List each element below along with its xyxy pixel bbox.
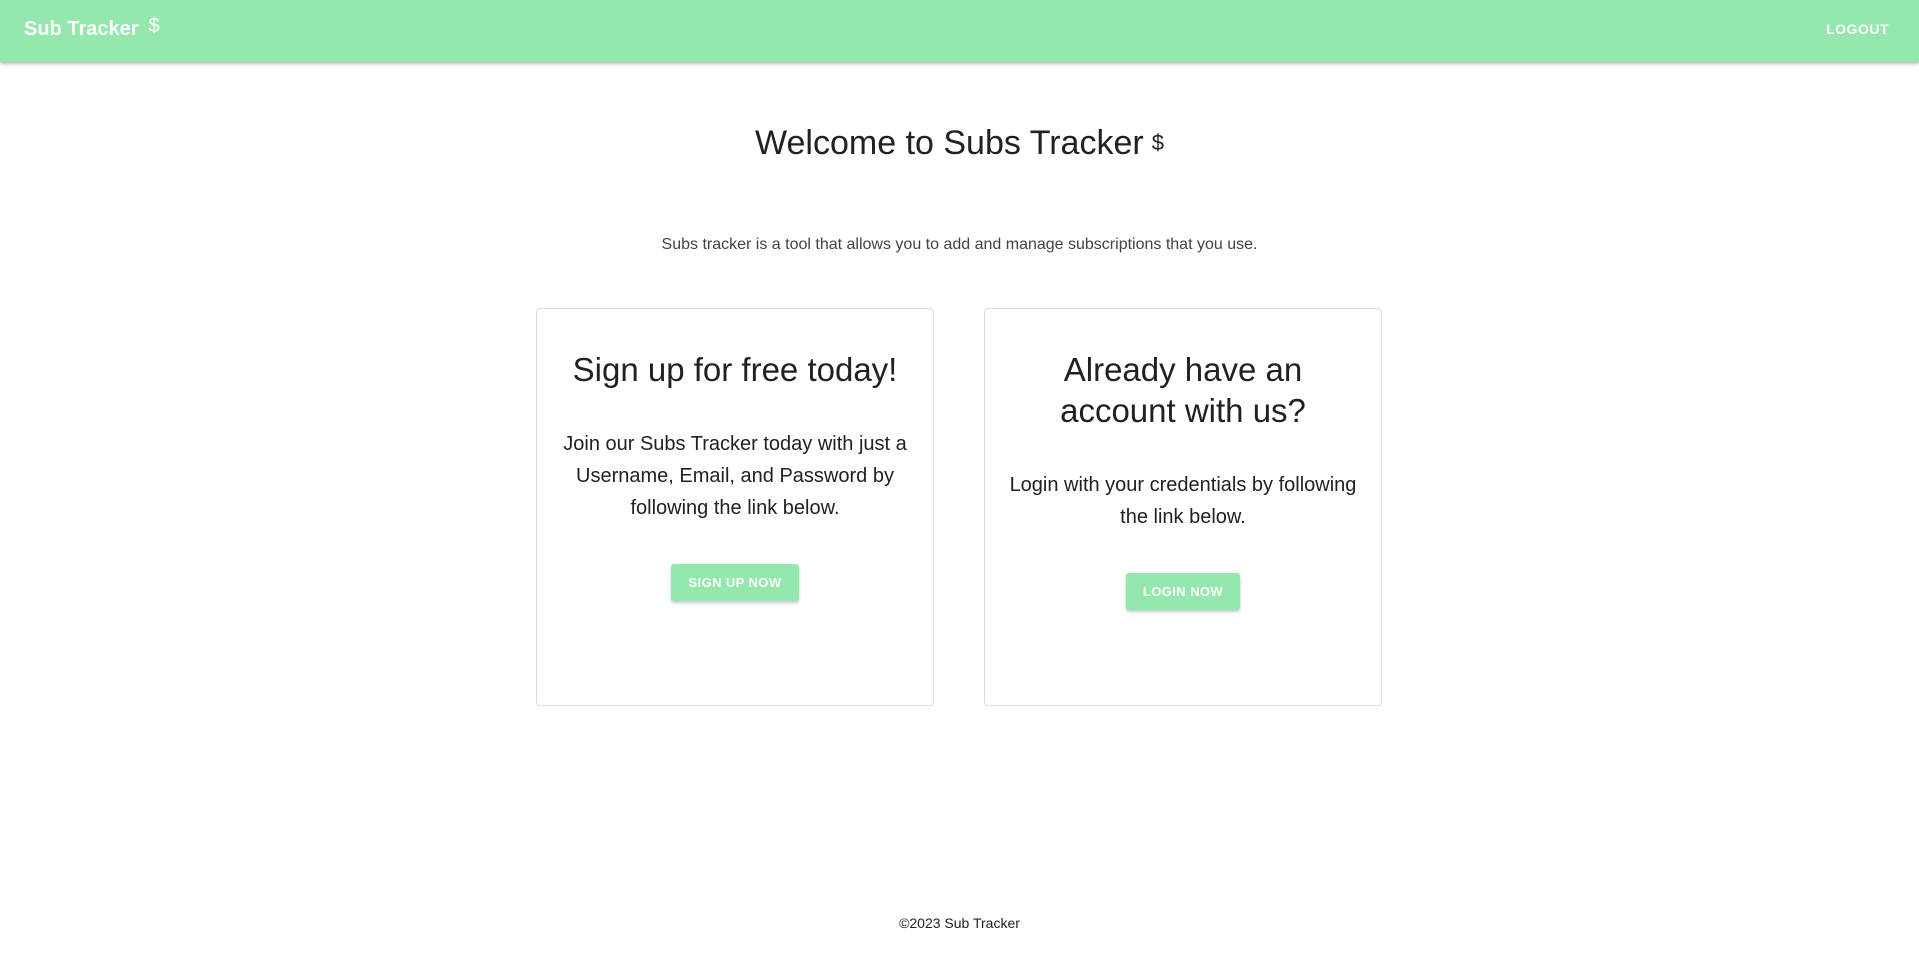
signup-card-title: Sign up for free today! [572, 351, 898, 388]
logout-button[interactable]: LOGOUT [1826, 21, 1889, 37]
login-card: Already have an account with us? Login w… [984, 308, 1382, 706]
app-bar: Sub Tracker $ LOGOUT [0, 0, 1919, 62]
signup-card: Sign up for free today! Join our Subs Tr… [536, 308, 934, 706]
page-description: Subs tracker is a tool that allows you t… [661, 236, 1258, 253]
login-card-title: Already have an account with us? [1060, 351, 1306, 429]
login-button[interactable]: LOGIN NOW [1125, 573, 1241, 610]
dollar-icon: $ [148, 15, 160, 37]
signup-card-text: Join our Subs Tracker today with just a … [563, 433, 907, 519]
footer: ©2023 Sub Tracker [899, 915, 1020, 931]
dollar-icon: $ [1151, 130, 1164, 155]
sign-up-button[interactable]: SIGN UP NOW [671, 564, 799, 601]
login-card-text: Login with your credentials by following… [1009, 474, 1357, 528]
brand[interactable]: Sub Tracker $ [24, 15, 160, 41]
brand-name: Sub Tracker [24, 18, 139, 40]
page-title-text: Welcome to Subs Tracker [755, 124, 1144, 162]
page-title: Welcome to Subs Tracker $ [0, 124, 1919, 163]
